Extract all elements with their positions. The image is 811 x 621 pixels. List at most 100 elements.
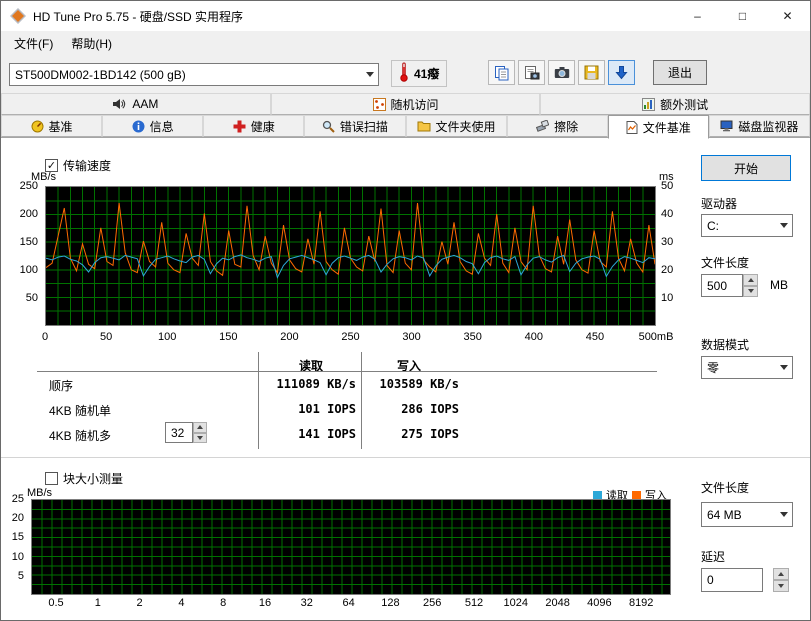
y-axis-tick-2: 20 xyxy=(11,512,24,525)
camera-button[interactable] xyxy=(548,60,575,85)
y-axis-left-tick: 50 xyxy=(25,292,38,304)
y-axis-left-tick: 200 xyxy=(19,208,38,220)
transfer-speed-label: 传输速度 xyxy=(63,159,112,173)
random-single-write-value: 286 IOPS xyxy=(401,402,459,416)
data-mode-label: 数据模式 xyxy=(701,338,750,352)
x-axis-tick: 50 xyxy=(99,331,113,343)
y-axis-left-tick: 100 xyxy=(19,264,38,276)
file-length2-combobox[interactable]: 64 MB xyxy=(701,502,793,527)
x-axis-tick: 100 xyxy=(158,331,177,343)
y-axis-tick-2: 10 xyxy=(11,550,24,563)
checkbox-icon[interactable] xyxy=(45,472,58,485)
tab-file-benchmark[interactable]: 文件基准 xyxy=(607,115,709,139)
spin-up-button[interactable] xyxy=(773,568,789,580)
window-title: HD Tune Pro 5.75 - 硬盘/SSD 实用程序 xyxy=(33,9,244,24)
chevron-down-icon[interactable] xyxy=(775,215,792,236)
hdtune-window: HD Tune Pro 5.75 - 硬盘/SSD 实用程序 – □ ✕ 文件(… xyxy=(0,0,811,621)
drive-selector-combobox[interactable]: ST500DM002-1BD142 (500 gB) xyxy=(9,63,379,86)
tab-random-access[interactable]: 随机访问 xyxy=(270,93,541,115)
camera-icon xyxy=(554,66,570,79)
tab-extra-tests[interactable]: 额外测试 xyxy=(540,93,810,115)
menu-file[interactable]: 文件(F) xyxy=(5,32,62,55)
y-axis-left-tick: 250 xyxy=(19,180,38,192)
delay-input[interactable]: 0 xyxy=(701,568,763,592)
tab-folder-usage[interactable]: 文件夹使用 xyxy=(405,115,507,137)
info-icon xyxy=(132,120,145,133)
queue-depth-spinner[interactable]: 32 xyxy=(165,422,207,443)
y-axis-ticks-2: 25 20 15 10 5 xyxy=(3,493,27,595)
x-axis-tick-2: 1 xyxy=(94,597,101,609)
tab-label: 基准 xyxy=(48,119,73,134)
exit-button[interactable]: 退出 xyxy=(653,60,707,85)
tab-health[interactable]: 健康 xyxy=(203,115,305,137)
sequential-write-value: 103589 KB/s xyxy=(379,377,459,391)
menu-help[interactable]: 帮助(H) xyxy=(62,32,121,55)
tab-label: 擦除 xyxy=(554,119,579,134)
block-size-label: 块大小测量 xyxy=(63,472,124,486)
start-button[interactable]: 开始 xyxy=(701,155,791,181)
block-size-checkbox[interactable]: 块大小测量 xyxy=(45,470,123,487)
tab-strip: AAM 随机访问 额外测试 基准 信息 健康 错误扫描 文件夹使用 擦除 文件基准 磁盘监视器 xyxy=(1,93,810,139)
tab-label: 文件夹使用 xyxy=(435,119,496,134)
sequential-read-value: 111089 KB/s xyxy=(276,377,356,391)
download-button[interactable] xyxy=(608,60,635,85)
x-axis-tick: 350 xyxy=(463,331,482,343)
titlebar: HD Tune Pro 5.75 - 硬盘/SSD 实用程序 – □ ✕ xyxy=(1,1,810,31)
spin-down-button[interactable] xyxy=(773,580,789,592)
y-axis-title-2: MB/s xyxy=(27,487,53,499)
error-scan-icon xyxy=(322,120,335,133)
y-axis-left-tick: 150 xyxy=(19,236,38,248)
data-mode-value: 零 xyxy=(707,361,720,375)
x-axis-tick-2: 2048 xyxy=(545,597,570,609)
tab-info[interactable]: 信息 xyxy=(102,115,204,137)
x-axis-tick-2: 16 xyxy=(258,597,272,609)
temperature-panel: 41癈 xyxy=(391,60,448,87)
minimize-button[interactable]: – xyxy=(675,1,720,31)
drive-selector-value: ST500DM002-1BD142 (500 gB) xyxy=(15,67,186,82)
x-axis-tick: 500mB xyxy=(638,331,674,343)
speaker-icon xyxy=(113,98,127,110)
window-controls: – □ ✕ xyxy=(675,1,810,31)
tab-aam[interactable]: AAM xyxy=(1,93,271,115)
spin-down-button[interactable] xyxy=(193,432,207,443)
maximize-button[interactable]: □ xyxy=(720,1,765,31)
row-label-4kb-random-single: 4KB 随机单 xyxy=(49,404,112,418)
x-axis-tick-2: 4 xyxy=(178,597,185,609)
row-label-4kb-random-multi: 4KB 随机多 xyxy=(49,429,112,443)
x-axis-tick-2: 64 xyxy=(342,597,355,609)
queue-depth-value[interactable]: 32 xyxy=(165,422,193,443)
app-icon xyxy=(10,8,26,24)
data-mode-combobox[interactable]: 零 xyxy=(701,356,793,379)
tab-error-scan[interactable]: 错误扫描 xyxy=(304,115,406,137)
file-length-spinner[interactable]: 500 xyxy=(701,274,758,297)
chevron-down-icon[interactable] xyxy=(361,64,378,85)
x-axis-tick-2: 256 xyxy=(423,597,442,609)
menubar: 文件(F) 帮助(H) xyxy=(1,31,810,55)
save-button[interactable] xyxy=(578,60,605,85)
tab-benchmark[interactable]: 基准 xyxy=(1,115,103,137)
x-axis-tick-2: 4096 xyxy=(587,597,612,609)
screenshot-button[interactable] xyxy=(518,60,545,85)
close-button[interactable]: ✕ xyxy=(765,1,810,31)
toolbar: ST500DM002-1BD142 (500 gB) 41癈 退出 xyxy=(1,55,810,93)
x-axis-tick: 250 xyxy=(341,331,360,343)
spin-up-button[interactable] xyxy=(743,274,758,286)
file-length-value[interactable]: 500 xyxy=(701,274,743,297)
health-icon xyxy=(233,120,246,133)
x-axis-tick-2: 8192 xyxy=(628,597,654,609)
drive-combobox[interactable]: C: xyxy=(701,214,793,237)
chevron-down-icon[interactable] xyxy=(775,357,792,378)
chevron-down-icon[interactable] xyxy=(775,503,792,526)
spin-up-button[interactable] xyxy=(193,422,207,433)
tab-label: 文件基准 xyxy=(642,120,691,135)
file-length-unit: MB xyxy=(770,278,788,292)
tab-erase[interactable]: 擦除 xyxy=(506,115,608,137)
tab-disk-monitor[interactable]: 磁盘监视器 xyxy=(708,115,810,137)
copy-button[interactable] xyxy=(488,60,515,85)
y-axis-right-tick: 50 xyxy=(661,180,674,192)
x-axis-tick: 200 xyxy=(280,331,299,343)
random-access-icon xyxy=(372,97,386,111)
tab-label: 信息 xyxy=(149,119,174,134)
spin-down-button[interactable] xyxy=(743,285,758,297)
x-axis-tick-2: 32 xyxy=(300,597,313,609)
